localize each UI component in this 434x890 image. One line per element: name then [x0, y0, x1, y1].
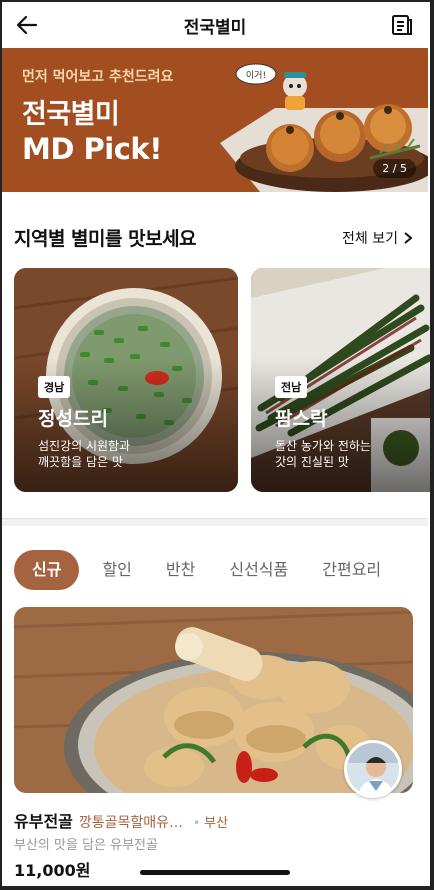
region-badge: 전남 [275, 376, 308, 398]
section-heading: 지역별 별미를 맛보세요 [14, 228, 197, 250]
document-list-icon[interactable] [390, 13, 414, 37]
banner-title: 전국별미 [22, 99, 120, 130]
product-title-row: 유부전골 깡통골목할매유… • 부산 [14, 808, 228, 832]
tab-fresh-food[interactable]: 신선식품 [218, 550, 299, 590]
separator-dot: • [193, 816, 201, 830]
card-desc-line: 섬진강의 시원함과 [38, 439, 131, 453]
promo-banner[interactable]: 먼저 먹어보고 추천드려요 전국별미 MD Pick! 이거! 2 / 5 [2, 48, 428, 192]
app-header: 전국별미 [2, 2, 428, 48]
regional-section-header: 지역별 별미를 맛보세요 전체 보기 [14, 224, 414, 251]
product-price: 11,000원 [14, 861, 91, 880]
view-all-link[interactable]: 전체 보기 [342, 228, 414, 248]
card-desc-line: 깨끗함을 담은 맛 [38, 455, 123, 469]
tab-side-dish[interactable]: 반찬 [155, 550, 206, 590]
card-description: 섬진강의 시원함과 깨끗함을 담은 맛 [38, 438, 218, 470]
view-all-label: 전체 보기 [342, 230, 398, 247]
tab-new[interactable]: 신규 [14, 550, 80, 590]
card-title: 팜스락 [275, 408, 328, 430]
page-title: 전국별미 [183, 17, 247, 38]
home-indicator [140, 870, 290, 875]
section-divider [2, 518, 428, 526]
card-desc-line: 갓의 진실된 맛 [275, 455, 349, 469]
tab-easy-cooking[interactable]: 간편요리 [311, 550, 392, 590]
arrow-left-icon[interactable] [14, 12, 40, 38]
seller-avatar[interactable] [344, 740, 402, 798]
region-card[interactable]: 경남 정성드리 섬진강의 시원함과 깨끗함을 담은 맛 [14, 268, 238, 492]
card-title: 정성드리 [38, 408, 108, 430]
banner-subtitle: 먼저 먹어보고 추천드려요 [22, 69, 174, 85]
product-name[interactable]: 유부전골 [14, 808, 73, 832]
region-card[interactable]: 전남 팜스락 돌산 농가와 전하는 갓의 진실된 맛 [251, 268, 431, 492]
category-tabs: 신규 할인 반찬 신선식품 간편요리 [14, 550, 392, 590]
shop-name[interactable]: 깡통골목할매유… [79, 812, 183, 832]
banner-title-md-pick: MD Pick! [22, 132, 162, 166]
banner-pager: 2 / 5 [373, 159, 416, 178]
card-description: 돌산 농가와 전하는 갓의 진실된 맛 [275, 438, 431, 470]
speech-bubble-text: 이거! [246, 70, 266, 81]
product-region: 부산 [204, 816, 229, 831]
card-desc-line: 돌산 농가와 전하는 [275, 439, 371, 453]
region-badge: 경남 [38, 376, 71, 398]
chevron-right-icon [404, 231, 413, 244]
tab-discount[interactable]: 할인 [91, 550, 142, 590]
product-description: 부산의 맛을 담은 유부전골 [14, 838, 158, 853]
